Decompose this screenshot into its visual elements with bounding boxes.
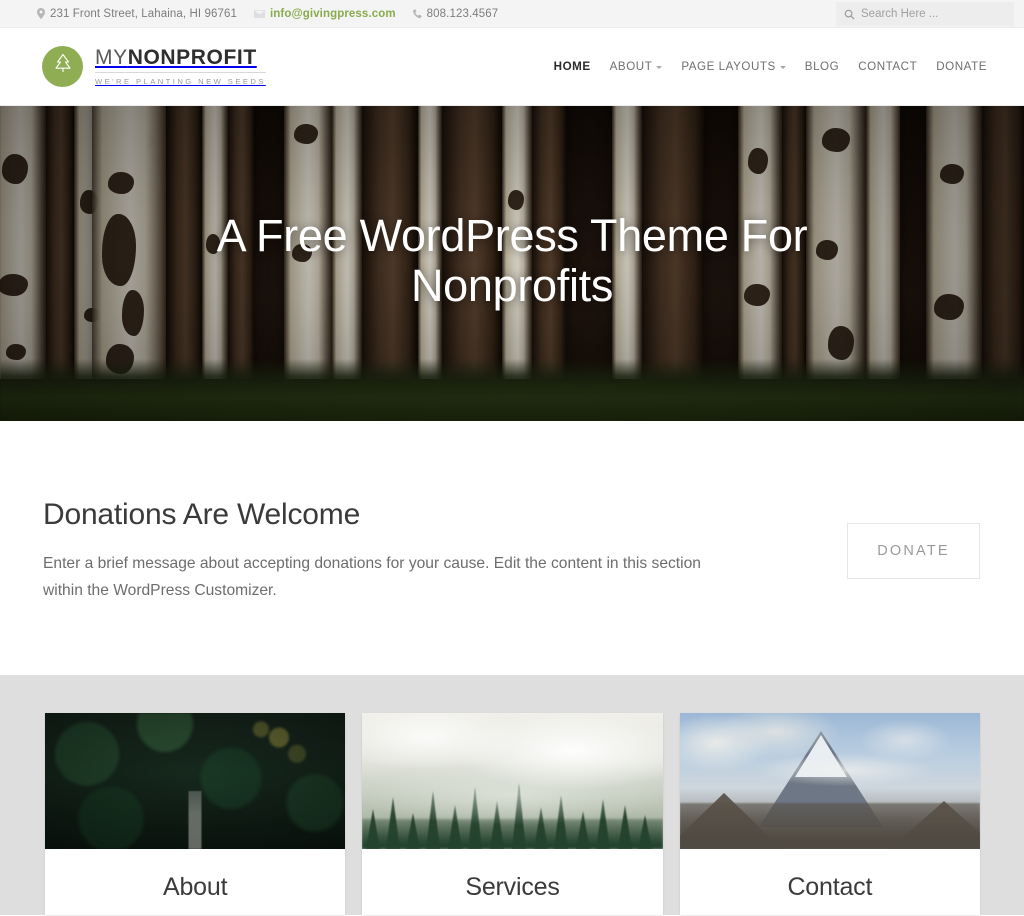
top-bar-contact-info: 231 Front Street, Lahaina, HI 96761 info… [37, 8, 498, 20]
nav-label-home: HOME [553, 60, 591, 73]
card-image-contact [679, 713, 980, 849]
nav-item-donate[interactable]: DONATE [936, 60, 987, 73]
donate-button[interactable]: DONATE [847, 523, 980, 579]
card-title-services: Services [465, 873, 560, 901]
main-navigation: HOME ABOUT PAGE LAYOUTS BLOG CONTACT DON… [554, 60, 987, 73]
donations-body: Enter a brief message about accepting do… [43, 555, 701, 599]
card-services[interactable]: Services [362, 713, 663, 915]
site-logo[interactable]: MYNONPROFIT WE'RE PLANTING NEW SEEDS [42, 46, 266, 87]
feature-cards-section: About Services Contact [0, 675, 1024, 915]
pine-tree-icon [52, 52, 74, 81]
donations-section: Donations Are Welcome Enter a brief mess… [0, 421, 1024, 675]
chevron-down-icon [779, 66, 786, 69]
site-header: MYNONPROFIT WE'RE PLANTING NEW SEEDS HOM… [0, 28, 1024, 106]
search-box[interactable] [836, 2, 1014, 26]
chevron-down-icon [656, 66, 663, 69]
nav-item-blog[interactable]: BLOG [805, 60, 839, 73]
logo-badge [42, 46, 83, 87]
address-text: 231 Front Street, Lahaina, HI 96761 [50, 7, 237, 20]
nav-item-about[interactable]: ABOUT [610, 60, 663, 73]
nav-label-about: ABOUT [609, 60, 653, 73]
search-icon [844, 9, 855, 20]
donations-title: Donations Are Welcome [43, 498, 361, 531]
nav-item-home[interactable]: HOME [554, 60, 591, 73]
brand-name-bold: NONPROFIT [127, 46, 257, 69]
email-item[interactable]: info@givingpress.com [253, 8, 396, 20]
nav-label-contact: CONTACT [858, 60, 918, 73]
hero-title: A Free WordPress Theme For Nonprofits [216, 210, 808, 311]
hero-banner: A Free WordPress Theme For Nonprofits [0, 106, 1024, 421]
phone-icon [412, 8, 422, 19]
location-pin-icon [37, 8, 45, 19]
card-title-contact: Contact [787, 873, 873, 901]
address-item: 231 Front Street, Lahaina, HI 96761 [37, 8, 237, 20]
nav-label-blog: BLOG [804, 60, 840, 73]
top-bar: 231 Front Street, Lahaina, HI 96761 info… [0, 0, 1024, 28]
nav-label-page-layouts: PAGE LAYOUTS [681, 60, 776, 73]
email-link[interactable]: info@givingpress.com [270, 8, 396, 20]
card-image-services [362, 713, 663, 849]
brand-text-block: MYNONPROFIT WE'RE PLANTING NEW SEEDS [95, 47, 266, 86]
card-about[interactable]: About [45, 713, 346, 915]
phone-item: 808.123.4567 [412, 7, 499, 20]
brand-name-thin: MY [95, 46, 128, 69]
card-title-about: About [162, 873, 228, 901]
envelope-icon [253, 9, 265, 18]
card-contact[interactable]: Contact [679, 713, 980, 915]
nav-item-page-layouts[interactable]: PAGE LAYOUTS [681, 60, 786, 73]
card-image-about [45, 713, 346, 849]
nav-item-contact[interactable]: CONTACT [858, 60, 917, 73]
donations-text-block: Donations Are Welcome Enter a brief mess… [43, 492, 847, 604]
brand-name: MYNONPROFIT [95, 47, 266, 69]
brand-tagline: WE'RE PLANTING NEW SEEDS [95, 72, 266, 86]
nav-label-donate: DONATE [936, 60, 987, 73]
search-input[interactable] [861, 8, 1006, 20]
phone-text: 808.123.4567 [426, 7, 499, 20]
